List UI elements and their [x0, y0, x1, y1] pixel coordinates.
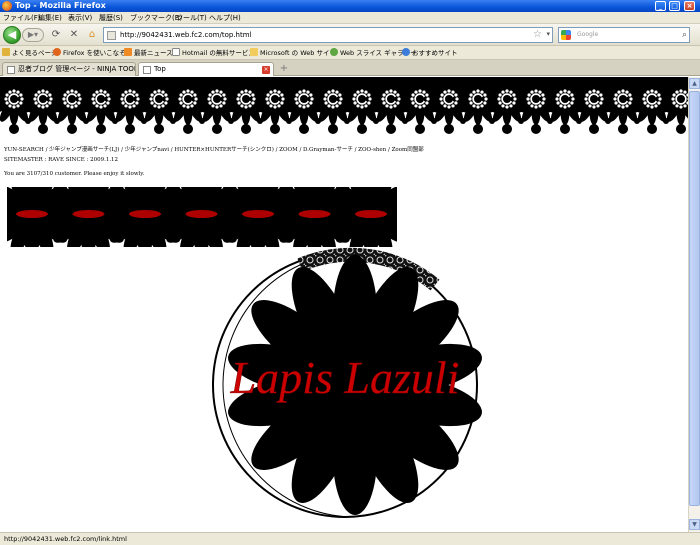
- firefox-icon: [2, 1, 12, 11]
- bookmark-item[interactable]: Firefox を使いこなそう: [53, 46, 132, 60]
- menu-help[interactable]: ヘルプ(H): [209, 12, 241, 24]
- lace-header-image: [0, 77, 688, 134]
- lapis-lazuli-logo[interactable]: Lapis Lazuli: [205, 245, 485, 525]
- maximize-button[interactable]: □: [669, 1, 680, 11]
- url-text[interactable]: http://9042431.web.fc2.com/top.html: [120, 28, 252, 42]
- flower-menu-row: [7, 187, 397, 247]
- menu-bookmarks[interactable]: ブックマーク(B): [130, 12, 182, 24]
- window-title-bar[interactable]: Top - Mozilla Firefox _ □ ×: [0, 0, 700, 12]
- status-bar: http://9042431.web.fc2.com/link.html: [0, 532, 700, 545]
- globe-icon: [330, 48, 338, 56]
- back-button[interactable]: ◀: [3, 26, 21, 44]
- url-dropdown-icon[interactable]: ▾: [546, 30, 550, 38]
- menu-bar: ファイル(F) 編集(E) 表示(V) 履歴(S) ブックマーク(B) ツール(…: [0, 12, 700, 24]
- bookmark-item[interactable]: Hotmail の無料サービス: [172, 46, 255, 60]
- rss-icon: [124, 48, 132, 56]
- menu-file[interactable]: ファイル(F): [3, 12, 41, 24]
- tab-label: Top: [154, 65, 166, 73]
- bookmark-item[interactable]: Microsoft の Web サイト: [250, 46, 336, 60]
- tab-close-icon[interactable]: ×: [262, 66, 270, 74]
- vertical-scrollbar[interactable]: ▲ ▼: [688, 77, 700, 532]
- search-links-line[interactable]: YUN-SEARCH / 少年ジャンプ漫画サーチ(LJ) / 少年ジャンプnav…: [4, 145, 424, 153]
- tab-strip: 忍者ブログ 管理ページ - NINJA TOOLS Top × +: [0, 60, 700, 76]
- visitor-counter-line: You are 3107/310 customer. Please enjoy …: [4, 171, 145, 177]
- status-text: http://9042431.web.fc2.com/link.html: [4, 535, 127, 543]
- bookmark-item[interactable]: 最新ニュース: [124, 46, 173, 60]
- stop-icon[interactable]: ✕: [68, 29, 80, 41]
- scroll-down-button[interactable]: ▼: [689, 519, 700, 530]
- reload-icon[interactable]: ⟳: [50, 29, 62, 41]
- firefox-icon: [53, 48, 61, 56]
- search-placeholder: Google: [577, 31, 599, 38]
- address-bar[interactable]: http://9042431.web.fc2.com/top.html ☆ ▾: [103, 27, 553, 43]
- bookmark-item[interactable]: よく見るページ: [2, 46, 57, 60]
- bookmark-star-icon[interactable]: ☆: [533, 29, 542, 40]
- google-icon[interactable]: [561, 30, 571, 40]
- page-content: YUN-SEARCH / 少年ジャンプ漫画サーチ(LJ) / 少年ジャンプnav…: [0, 77, 688, 532]
- tab-favicon-icon: [143, 66, 151, 74]
- logo-text: Lapis Lazuli: [230, 352, 460, 403]
- search-box[interactable]: Google ⌕: [558, 27, 690, 43]
- folder-icon: [250, 48, 258, 56]
- bookmarks-toolbar: よく見るページ Firefox を使いこなそう 最新ニュース Hotmail の…: [0, 46, 700, 60]
- forward-button[interactable]: ▶▾: [22, 28, 44, 42]
- menu-history[interactable]: 履歴(S): [99, 12, 123, 24]
- minimize-button[interactable]: _: [655, 1, 666, 11]
- tab-top[interactable]: Top ×: [138, 62, 274, 76]
- navigation-toolbar: ◀ ▶▾ ⟳ ✕ ⌂ http://9042431.web.fc2.com/to…: [0, 24, 700, 46]
- sitemaster-line: SITEMASTER : RAVE SINCE : 2009.1.12: [4, 157, 119, 163]
- tab-label: 忍者ブログ 管理ページ - NINJA TOOLS: [18, 65, 136, 73]
- scroll-thumb[interactable]: [689, 91, 700, 506]
- window-title: Top - Mozilla Firefox: [15, 1, 106, 10]
- menu-tools[interactable]: ツール(T): [176, 12, 207, 24]
- close-window-button[interactable]: ×: [684, 1, 695, 11]
- home-icon[interactable]: ⌂: [86, 29, 98, 41]
- new-tab-button[interactable]: +: [278, 63, 290, 75]
- star-folder-icon: [2, 48, 10, 56]
- scroll-up-button[interactable]: ▲: [689, 78, 700, 89]
- bookmark-item[interactable]: おすすめサイト: [402, 46, 458, 60]
- ie-icon: [402, 48, 410, 56]
- page-icon: [172, 48, 180, 56]
- tab-ninja-tools[interactable]: 忍者ブログ 管理ページ - NINJA TOOLS: [2, 62, 136, 76]
- search-icon[interactable]: ⌕: [682, 28, 687, 42]
- menu-edit[interactable]: 編集(E): [38, 12, 62, 24]
- menu-view[interactable]: 表示(V): [68, 12, 92, 24]
- page-favicon-icon: [107, 31, 116, 40]
- tab-favicon-icon: [7, 66, 15, 74]
